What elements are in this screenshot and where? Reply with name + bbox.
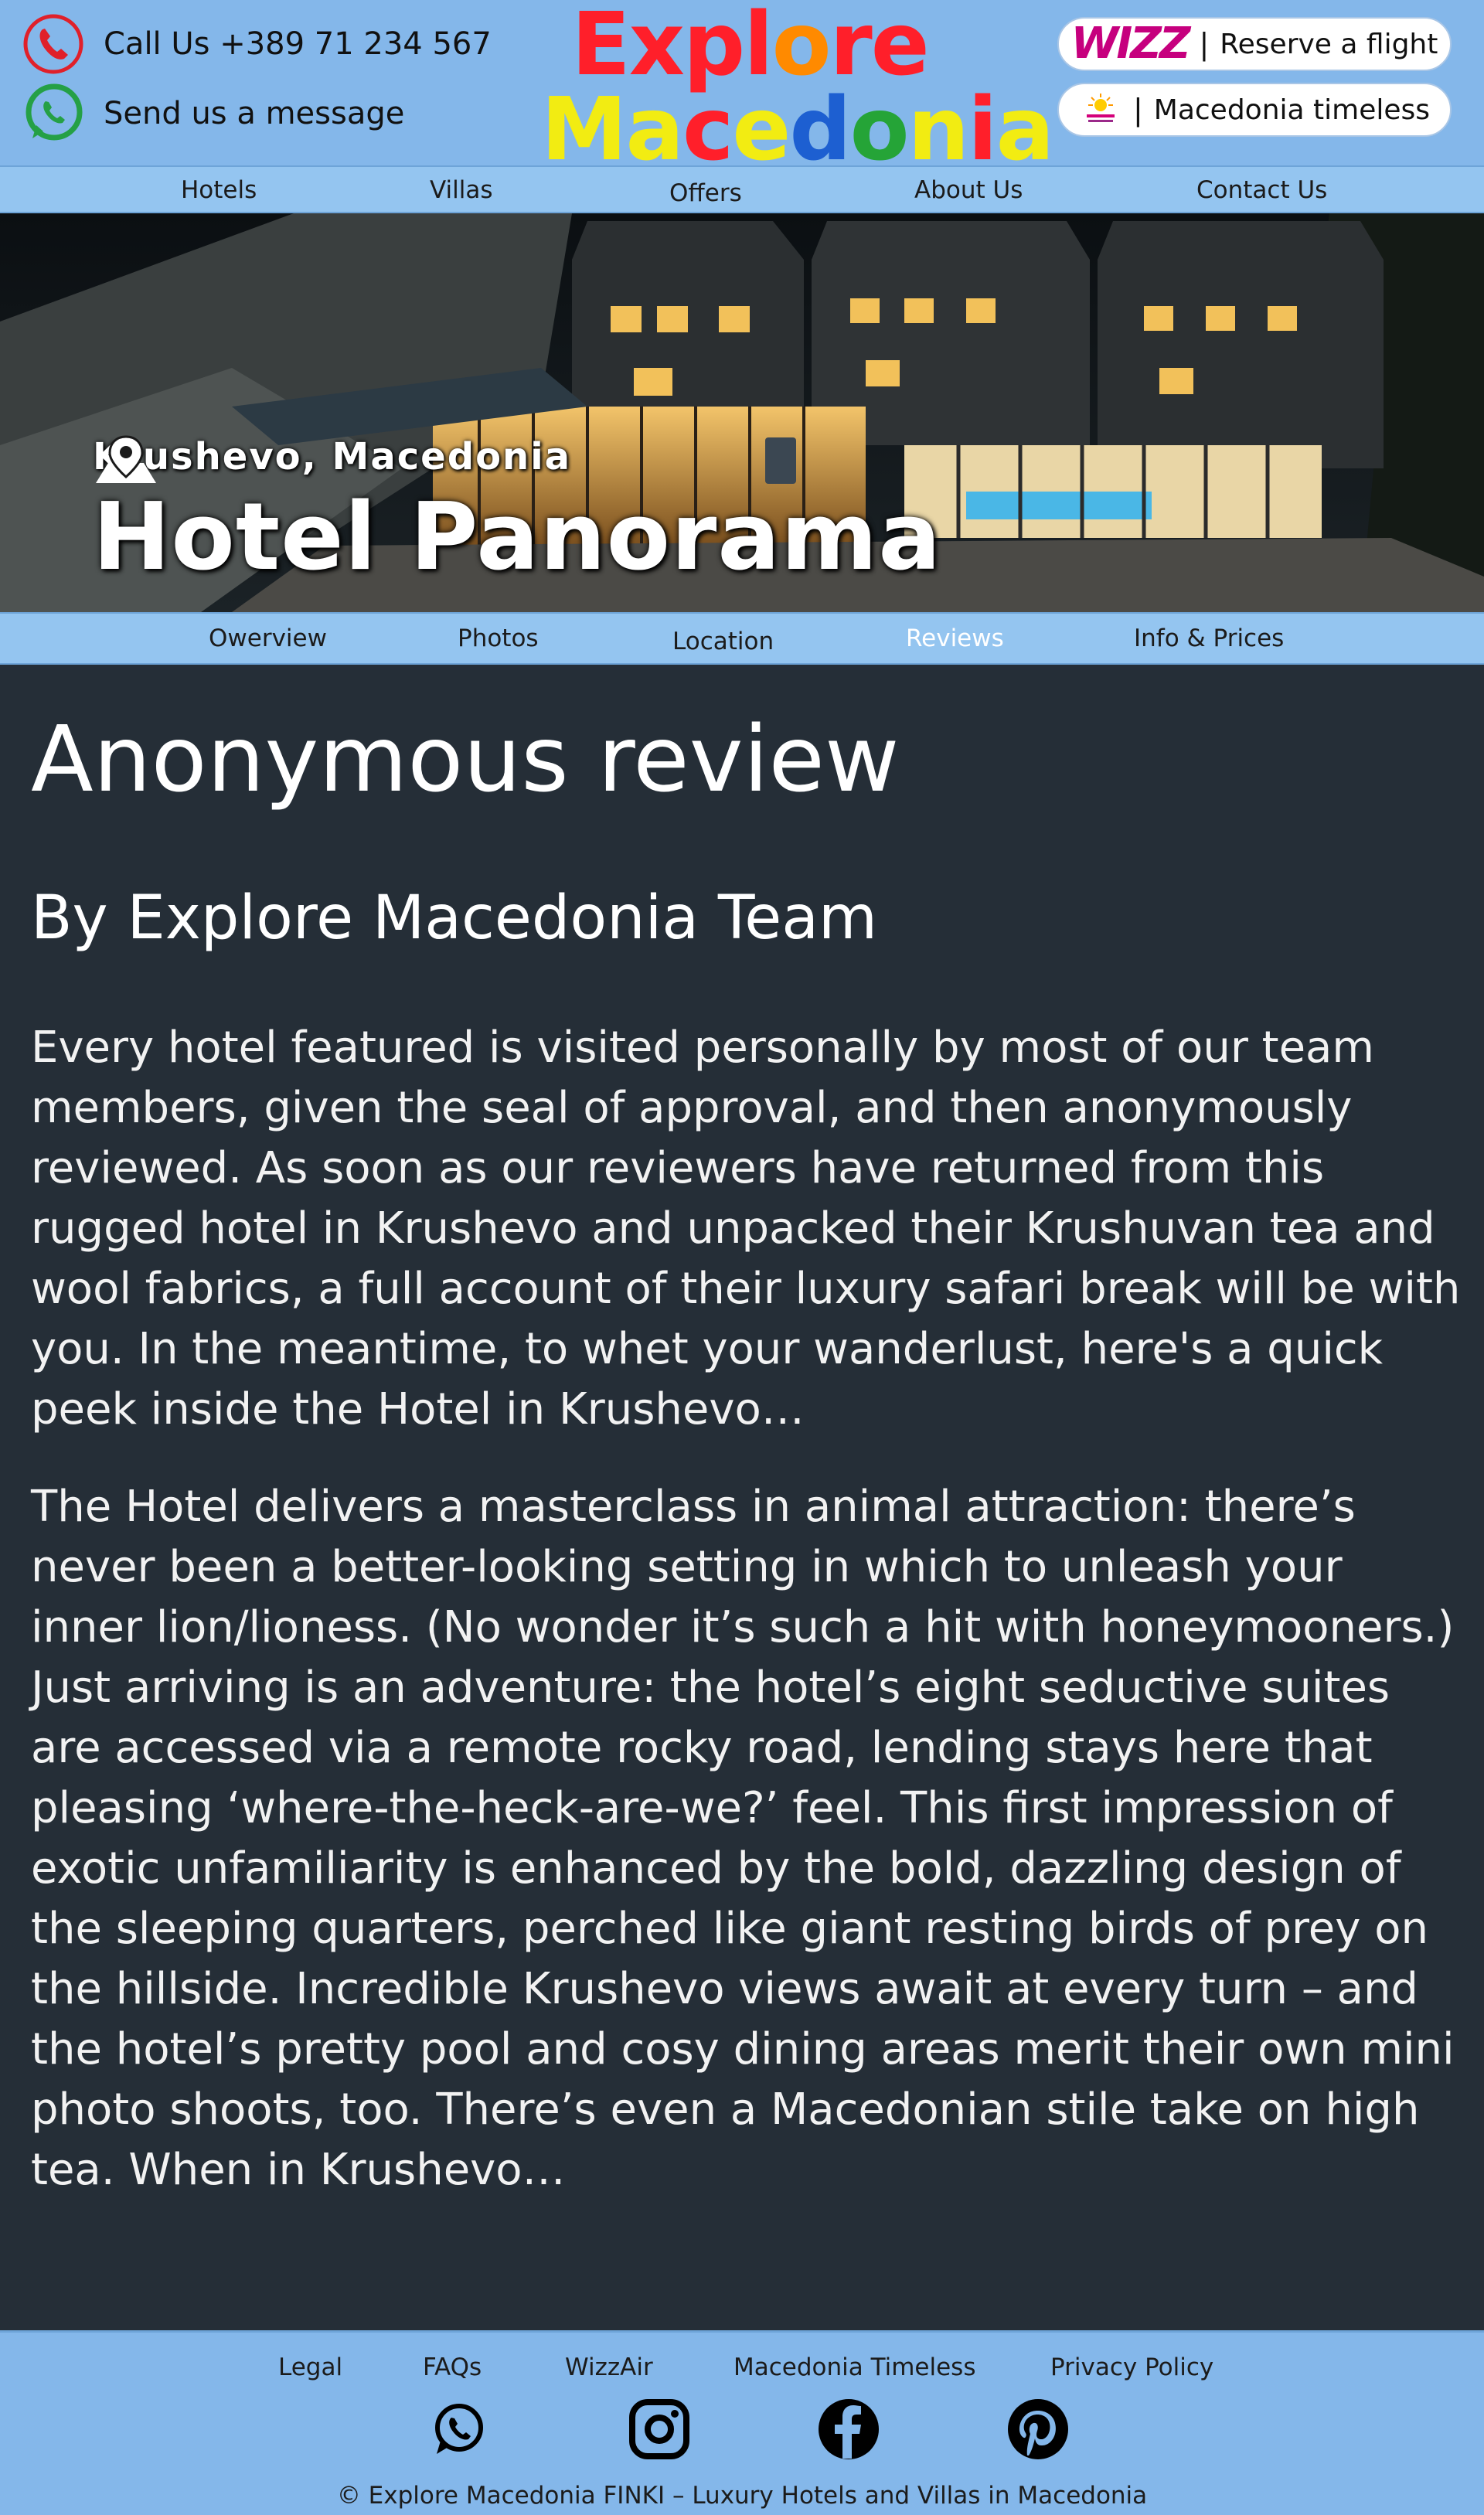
- footer-link-wizzair[interactable]: WizzAir: [565, 2353, 653, 2381]
- instagram-icon[interactable]: [626, 2396, 693, 2462]
- footer-link-legal[interactable]: Legal: [278, 2353, 342, 2381]
- nav-hotels[interactable]: Hotels: [181, 176, 257, 204]
- hotel-name-title: Hotel Panorama: [93, 484, 942, 591]
- tab-overview[interactable]: Owerview: [209, 624, 327, 652]
- facebook-icon[interactable]: [815, 2396, 882, 2462]
- nav-about-us[interactable]: About Us: [914, 176, 1023, 204]
- reserve-flight-label: Reserve a flight: [1220, 28, 1438, 60]
- review-paragraph: The Hotel delivers a masterclass in anim…: [31, 1482, 1455, 2196]
- tab-location[interactable]: Location: [672, 628, 774, 655]
- whatsapp-icon[interactable]: [425, 2396, 492, 2462]
- macedonia-timeless-button[interactable]: | Macedonia timeless: [1057, 83, 1452, 137]
- review-content: Anonymous review By Explore Macedonia Te…: [31, 665, 1461, 2200]
- reserve-flight-button[interactable]: WIZZ | Reserve a flight: [1057, 17, 1452, 71]
- logo-line-macedonia: Macedonia: [541, 87, 1054, 173]
- main-nav: Hotels Villas Offers About Us Contact Us: [0, 165, 1484, 213]
- review-paragraph: Every hotel featured is visited personal…: [31, 1023, 1461, 1435]
- whatsapp-icon: [22, 82, 85, 145]
- send-message-label: Send us a message: [104, 96, 405, 131]
- footer-link-privacy-policy[interactable]: Privacy Policy: [1050, 2353, 1213, 2381]
- nav-villas[interactable]: Villas: [430, 176, 493, 204]
- wizz-logo: WIZZ: [1070, 19, 1191, 69]
- send-message-link[interactable]: Send us a message: [22, 82, 404, 145]
- pill-separator: |: [1199, 27, 1210, 61]
- hotel-sub-nav: Owerview Photos Location Reviews Info & …: [0, 612, 1484, 665]
- logo-line-explore: Explore: [541, 2, 958, 88]
- tab-photos[interactable]: Photos: [458, 624, 539, 652]
- footer-link-faqs[interactable]: FAQs: [423, 2353, 482, 2381]
- nav-contact-us[interactable]: Contact Us: [1196, 176, 1327, 204]
- call-us-label: Call Us +389 71 234 567: [104, 26, 492, 62]
- call-us-link[interactable]: Call Us +389 71 234 567: [22, 12, 492, 76]
- top-header: Call Us +389 71 234 567 Send us a messag…: [0, 0, 1484, 173]
- macedonia-timeless-label: Macedonia timeless: [1153, 94, 1431, 126]
- tab-reviews[interactable]: Reviews: [906, 624, 1004, 652]
- location-pin-icon: [96, 435, 156, 483]
- pill-separator: |: [1132, 93, 1143, 127]
- footer-copyright: © Explore Macedonia FINKI – Luxury Hotel…: [336, 2482, 1148, 2510]
- pinterest-icon[interactable]: [1005, 2396, 1071, 2462]
- hotel-location-label: Krushevo, Macedonia: [93, 435, 572, 478]
- site-footer: Legal FAQs WizzAir Macedonia Timeless Pr…: [0, 2330, 1484, 2515]
- phone-icon: [22, 12, 85, 76]
- tab-info-prices[interactable]: Info & Prices: [1134, 624, 1284, 652]
- footer-link-macedonia-timeless[interactable]: Macedonia Timeless: [733, 2353, 975, 2381]
- hotel-hero-banner: Krushevo, Macedonia Hotel Panorama: [0, 213, 1484, 612]
- macedonia-timeless-logo: [1079, 92, 1122, 128]
- review-byline: By Explore Macedonia Team: [31, 883, 878, 953]
- review-title: Anonymous review: [31, 706, 900, 812]
- explore-macedonia-logo[interactable]: Explore Macedonia: [541, 0, 1054, 173]
- hotel-location: Krushevo, Macedonia: [93, 435, 572, 483]
- nav-offers[interactable]: Offers: [669, 179, 742, 207]
